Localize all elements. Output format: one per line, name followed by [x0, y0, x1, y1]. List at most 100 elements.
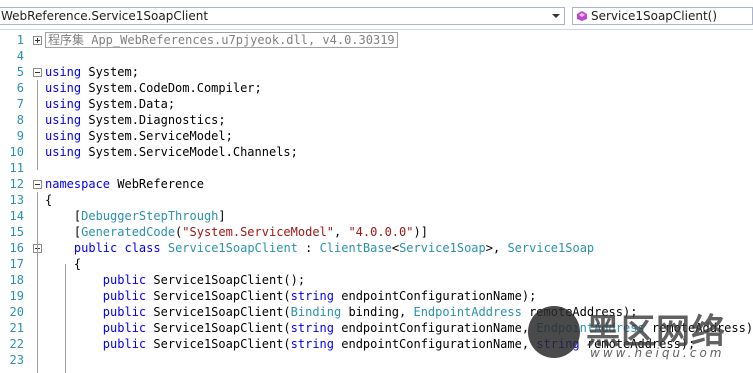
keyword-token: public class	[73, 241, 161, 255]
watermark-logo	[528, 306, 580, 358]
code-token: Service1SoapClient(	[146, 337, 291, 351]
code-text: {	[45, 192, 52, 208]
code-token: [	[45, 209, 82, 223]
keyword-token: string	[290, 289, 335, 303]
code-line[interactable]: 16 public class Service1SoapClient : Cli…	[0, 240, 753, 256]
keyword-token: namespace	[45, 177, 111, 191]
code-line[interactable]: 6 using System.CodeDom.Compiler;	[0, 80, 753, 96]
type-token: Service1Soap	[399, 241, 486, 255]
line-number: 12	[9, 177, 24, 191]
type-token: ClientBase	[319, 241, 392, 255]
code-token: System.Data;	[88, 97, 176, 111]
code-token: System.ServiceModel.Channels;	[88, 145, 298, 159]
code-text: public Service1SoapClient();	[45, 272, 305, 288]
member-dropdown[interactable]: Service1SoapClient()	[572, 7, 753, 25]
outline-guide-usings	[37, 80, 38, 170]
keyword-token: string	[290, 337, 335, 351]
code-line[interactable]: 18 public Service1SoapClient();	[0, 272, 753, 288]
expand-icon[interactable]	[33, 36, 42, 45]
code-token: <	[391, 241, 400, 255]
keyword-token: public	[102, 337, 147, 351]
code-token: System;	[88, 65, 139, 79]
line-number: 8	[16, 113, 24, 127]
code-line[interactable]: 12 namespace WebReference	[0, 176, 753, 192]
code-line[interactable]: 14 [DebuggerStepThrough]	[0, 208, 753, 224]
code-line[interactable]: 15 [GeneratedCode("System.ServiceModel",…	[0, 224, 753, 240]
line-number: 18	[9, 273, 24, 287]
code-token: Service1SoapClient(	[146, 305, 291, 319]
code-text: {	[45, 256, 81, 272]
code-text: using System.Data;	[45, 96, 175, 112]
collapsed-region[interactable]: 程序集 App_WebReferences.u7pjyeok.dll, v4.0…	[45, 32, 398, 48]
keyword-token: using	[45, 65, 89, 79]
code-text: using System;	[45, 64, 139, 80]
type-dropdown-value: WebReference.Service1SoapClient	[1, 9, 209, 23]
code-line[interactable]: 1 程序集 App_WebReferences.u7pjyeok.dll, v4.…	[0, 32, 753, 48]
code-token: System.CodeDom.Compiler;	[88, 81, 262, 95]
collapse-icon[interactable]	[33, 68, 42, 77]
line-number: 7	[16, 97, 24, 111]
collapse-icon[interactable]	[33, 180, 42, 189]
string-token: "System.ServiceModel"	[182, 225, 334, 239]
code-token: endpointConfigurationName);	[334, 289, 537, 303]
code-token: {	[45, 193, 53, 207]
keyword-token: using	[45, 113, 89, 127]
line-number: 11	[9, 161, 24, 175]
code-line[interactable]: 8 using System.Diagnostics;	[0, 112, 753, 128]
type-token: Binding	[290, 305, 342, 319]
keyword-token: public	[102, 321, 147, 335]
code-token: :	[297, 241, 320, 255]
code-token: ]	[218, 209, 226, 223]
keyword-token: using	[45, 129, 89, 143]
keyword-token: public	[102, 273, 147, 287]
line-number: 9	[16, 129, 24, 143]
code-line[interactable]: 11	[0, 160, 753, 176]
method-icon	[577, 11, 587, 21]
code-token: System.ServiceModel;	[88, 129, 233, 143]
code-text: using System.Diagnostics;	[45, 112, 226, 128]
line-number: 10	[9, 145, 24, 159]
code-text: 程序集 App_WebReferences.u7pjyeok.dll, v4.0…	[45, 32, 398, 48]
line-number: 5	[16, 65, 24, 79]
line-number: 13	[9, 193, 24, 207]
code-line[interactable]: 9 using System.ServiceModel;	[0, 128, 753, 144]
chevron-down-icon[interactable]	[552, 14, 560, 18]
code-token: >,	[485, 241, 508, 255]
member-dropdown-value: Service1SoapClient()	[591, 9, 718, 23]
code-token: [	[45, 225, 82, 239]
keyword-token: string	[290, 321, 335, 335]
code-token: Service1SoapClient(	[146, 321, 291, 335]
outline-guide-namespace	[37, 192, 38, 373]
keyword-token: using	[45, 97, 89, 111]
watermark-url: www.heiqu.com	[590, 346, 725, 360]
keyword-token: public	[102, 305, 147, 319]
line-number: 21	[9, 321, 24, 335]
line-number: 14	[9, 209, 24, 223]
code-line[interactable]: 10 using System.ServiceModel.Channels;	[0, 144, 753, 160]
line-number: 16	[9, 241, 24, 255]
line-number: 22	[9, 337, 24, 351]
code-text: public Service1SoapClient(string endpoin…	[45, 288, 537, 304]
line-number: 20	[9, 305, 24, 319]
line-number: 19	[9, 289, 24, 303]
type-dropdown[interactable]: WebReference.Service1SoapClient	[0, 7, 565, 25]
type-token: DebuggerStepThrough	[81, 209, 219, 223]
code-line[interactable]: 4	[0, 48, 753, 64]
code-token: endpointConfigurationName,	[334, 321, 537, 335]
string-token: "4.0.0.0"	[348, 225, 414, 239]
code-line[interactable]: 7 using System.Data;	[0, 96, 753, 112]
code-line[interactable]: 5 using System;	[0, 64, 753, 80]
type-token: EndpointAddress	[413, 305, 522, 319]
code-line[interactable]: 17 {	[0, 256, 753, 272]
line-number: 1	[16, 33, 24, 47]
type-token: GeneratedCode	[81, 225, 176, 239]
keyword-token: using	[45, 81, 89, 95]
code-line[interactable]: 13 {	[0, 192, 753, 208]
